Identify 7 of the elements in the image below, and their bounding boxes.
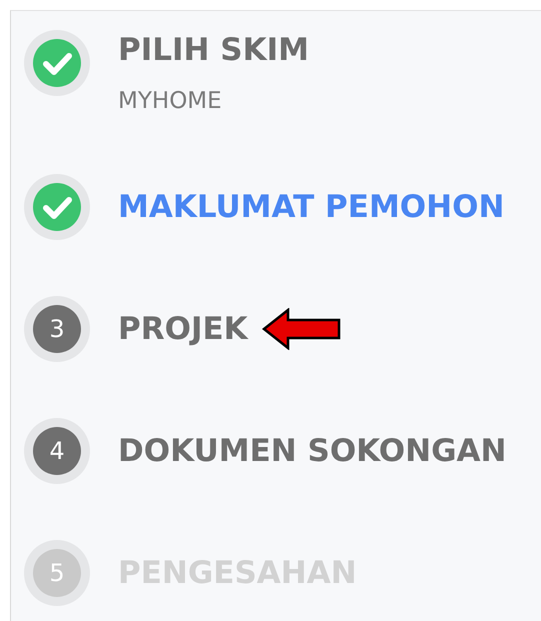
step-label[interactable]: PROJEK [118,311,248,347]
step-subtitle: MYHOME [118,87,223,116]
step-number: 4 [33,427,81,475]
step-label[interactable]: MAKLUMAT PEMOHON [118,189,504,225]
step-label[interactable]: DOKUMEN SOKONGAN [118,433,506,469]
step-label[interactable]: PILIH SKIM [118,32,310,68]
step-number: 3 [33,305,81,353]
